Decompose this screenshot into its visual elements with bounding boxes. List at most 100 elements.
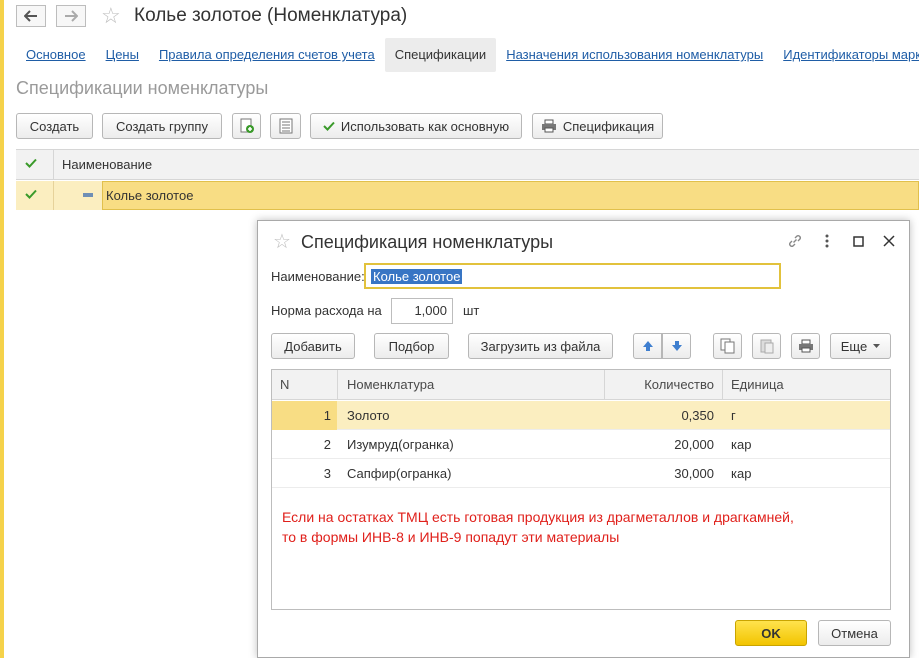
favorite-star-icon[interactable]: ☆ — [101, 5, 121, 27]
tab-account-rules[interactable]: Правила определения счетов учета — [149, 38, 385, 72]
tab-bar: Основное Цены Правила определения счетов… — [16, 38, 919, 72]
list-item-name[interactable]: Колье золотое — [102, 181, 919, 210]
row-unit[interactable]: кар — [731, 430, 751, 459]
list-icon — [279, 118, 293, 134]
annotation-line-2: то в формы ИНВ-8 и ИНВ-9 попадут эти мат… — [282, 529, 620, 545]
name-field-label: Наименование: — [271, 269, 365, 284]
specification-print-button[interactable]: Спецификация — [532, 113, 663, 139]
row-unit[interactable]: г — [731, 401, 736, 430]
list-view-button[interactable] — [270, 113, 301, 139]
row-quantity[interactable]: 0,350 — [604, 401, 714, 430]
item-type-icon — [83, 193, 93, 197]
use-as-main-button[interactable]: Использовать как основную — [310, 113, 522, 139]
link-icon[interactable] — [787, 233, 803, 249]
norm-unit-label: шт — [463, 303, 480, 318]
maximize-icon[interactable] — [853, 236, 864, 247]
move-down-button[interactable] — [662, 333, 691, 359]
arrow-left-icon — [24, 10, 38, 22]
tab-specifications[interactable]: Спецификации — [384, 38, 497, 72]
pick-label: Подбор — [388, 338, 435, 354]
table-row[interactable]: 3 Сапфир(огранка) 30,000 кар — [272, 459, 890, 488]
window-edge-stripe — [0, 0, 4, 658]
specification-dialog: ☆ Спецификация номенклатуры Наименование… — [257, 220, 910, 658]
name-field-value: Колье золотое — [371, 269, 463, 284]
list-item[interactable]: Колье золотое — [16, 181, 919, 210]
arrow-up-icon — [642, 340, 654, 352]
load-from-file-label: Загрузить из файла — [480, 338, 601, 354]
row-quantity[interactable]: 30,000 — [604, 459, 714, 488]
printer-icon — [541, 119, 557, 133]
row-unit[interactable]: кар — [731, 459, 751, 488]
add-copy-icon — [239, 118, 255, 134]
tab-main[interactable]: Основное — [16, 38, 96, 72]
row-item[interactable]: Сапфир(огранка) — [347, 459, 451, 488]
section-title: Спецификации номенклатуры — [16, 78, 269, 98]
paste-icon — [759, 338, 775, 354]
name-field[interactable]: Колье золотое — [364, 263, 781, 289]
header-divider — [53, 150, 54, 179]
favorite-star-icon[interactable]: ☆ — [273, 231, 291, 253]
more-menu-label: Еще — [840, 338, 868, 354]
arrow-down-icon — [671, 340, 683, 352]
dropdown-caret-icon — [873, 344, 881, 348]
copy-item-button[interactable] — [232, 113, 261, 139]
move-up-button[interactable] — [633, 333, 662, 359]
ok-button[interactable]: OK — [735, 620, 807, 646]
specification-label: Спецификация — [562, 118, 655, 134]
tab-prices[interactable]: Цены — [96, 38, 149, 72]
cancel-button[interactable]: Отмена — [818, 620, 891, 646]
create-group-button-label: Создать группу — [116, 118, 208, 134]
cancel-button-label: Отмена — [831, 625, 878, 641]
header-divider — [604, 370, 605, 400]
window-title: Колье золотое (Номенклатура) — [134, 5, 408, 26]
table-header: N Номенклатура Количество Единица — [272, 370, 890, 400]
printer-icon — [798, 339, 814, 353]
create-button-label: Создать — [29, 118, 80, 134]
norm-label: Норма расхода на — [271, 303, 382, 318]
create-button[interactable]: Создать — [16, 113, 93, 139]
column-header-quantity[interactable]: Количество — [644, 370, 714, 400]
default-check-column-icon — [25, 158, 37, 168]
print-button[interactable] — [791, 333, 820, 359]
add-row-button[interactable]: Добавить — [271, 333, 355, 359]
row-quantity[interactable]: 20,000 — [604, 430, 714, 459]
default-check-icon — [25, 189, 37, 199]
copy-icon — [720, 338, 736, 354]
annotation-line-1: Если на остатках ТМЦ есть готовая продук… — [282, 509, 794, 525]
arrow-right-icon — [64, 10, 78, 22]
column-header-name[interactable]: Наименование — [62, 150, 152, 179]
annotation-note: Если на остатках ТМЦ есть готовая продук… — [282, 507, 842, 547]
specification-table: N Номенклатура Количество Единица 1 Золо… — [271, 369, 891, 610]
row-item[interactable]: Изумруд(огранка) — [347, 430, 454, 459]
dialog-title: Спецификация номенклатуры — [301, 232, 554, 252]
checkmark-icon — [323, 121, 335, 131]
pick-button[interactable]: Подбор — [374, 333, 449, 359]
back-button[interactable] — [16, 5, 46, 27]
ok-button-label: OK — [761, 625, 781, 641]
add-row-label: Добавить — [284, 338, 342, 354]
forward-button[interactable] — [56, 5, 86, 27]
row-number: 1 — [323, 408, 331, 423]
column-header-item[interactable]: Номенклатура — [347, 370, 434, 400]
more-actions-icon[interactable] — [825, 234, 829, 248]
copy-button[interactable] — [713, 333, 742, 359]
load-from-file-button[interactable]: Загрузить из файла — [468, 333, 613, 359]
paste-button[interactable] — [752, 333, 781, 359]
table-row[interactable]: 1 Золото 0,350 г — [272, 401, 890, 430]
header-divider — [337, 370, 338, 400]
list-header: Наименование — [16, 149, 919, 180]
column-header-n[interactable]: N — [280, 370, 289, 400]
column-header-unit[interactable]: Единица — [731, 370, 784, 400]
row-number: 3 — [323, 466, 331, 481]
close-icon[interactable] — [883, 235, 895, 247]
row-number: 2 — [323, 437, 331, 452]
tab-market-identifiers[interactable]: Идентификаторы маркет — [773, 38, 919, 72]
norm-quantity-field[interactable]: 1,000 — [391, 298, 453, 324]
tab-usage-purposes[interactable]: Назначения использования номенклатуры — [496, 38, 773, 72]
table-row[interactable]: 2 Изумруд(огранка) 20,000 кар — [272, 430, 890, 459]
more-menu-button[interactable]: Еще — [830, 333, 891, 359]
create-group-button[interactable]: Создать группу — [102, 113, 222, 139]
use-as-main-label: Использовать как основную — [340, 118, 510, 134]
header-divider — [722, 370, 723, 400]
row-item[interactable]: Золото — [347, 401, 390, 430]
